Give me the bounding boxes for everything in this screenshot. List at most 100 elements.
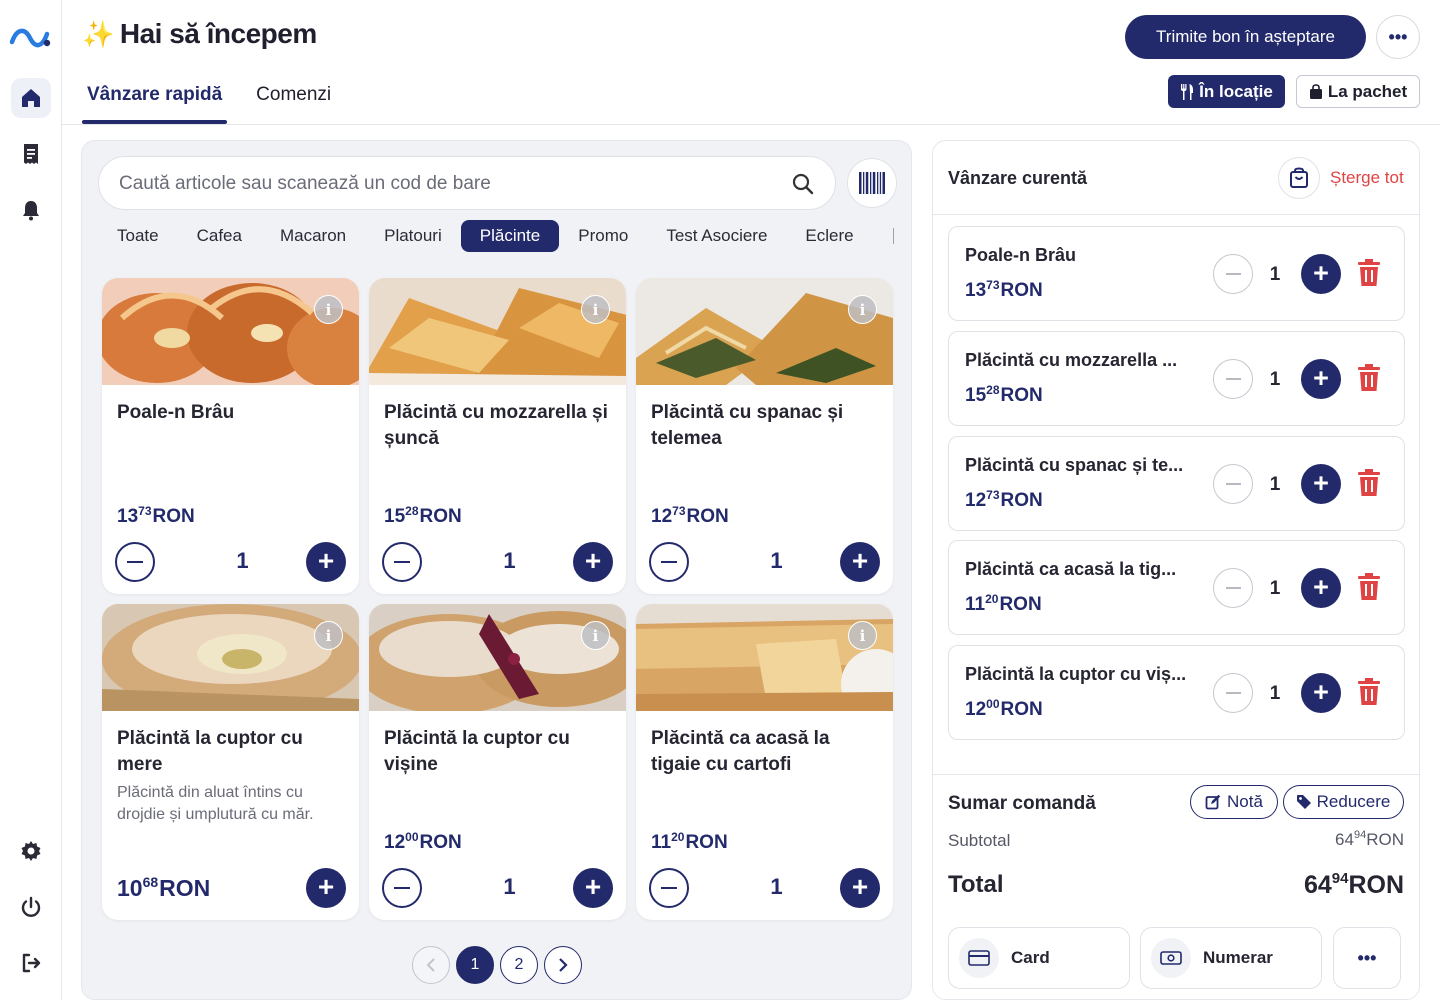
clear-cart-icon-button[interactable] bbox=[1278, 157, 1320, 199]
increase-button[interactable]: + bbox=[1301, 254, 1341, 294]
subtotal-label: Subtotal bbox=[948, 831, 1011, 850]
trash-icon[interactable] bbox=[1357, 678, 1381, 706]
trash-icon[interactable] bbox=[1357, 364, 1381, 392]
quantity-stepper: 1 + bbox=[649, 542, 880, 582]
category-eclere[interactable]: Eclere bbox=[786, 220, 872, 252]
cart-line: Plăcintă la cuptor cu viș... 1200RON 1 + bbox=[948, 645, 1405, 740]
note-button[interactable]: Notă bbox=[1190, 785, 1278, 819]
current-sale-panel: Vânzare curentă Șterge tot Poale-n Brâu … bbox=[932, 140, 1420, 1000]
product-name: Plăcintă cu mozzarella și șuncă bbox=[384, 402, 608, 449]
increase-button[interactable]: + bbox=[573, 542, 613, 582]
barcode-scan-button[interactable] bbox=[847, 158, 897, 208]
category-cafea[interactable]: Cafea bbox=[178, 220, 261, 252]
send-pending-receipt-button[interactable]: Trimite bon în așteptare bbox=[1125, 15, 1366, 59]
info-icon[interactable]: i bbox=[314, 621, 343, 650]
info-icon[interactable]: i bbox=[848, 621, 877, 650]
product-name: Plăcintă ca acasă la tigaie cu cartofi bbox=[651, 728, 830, 775]
next-page-button[interactable] bbox=[544, 946, 582, 984]
quantity-stepper: 1 + bbox=[382, 542, 613, 582]
increase-button[interactable]: + bbox=[840, 542, 880, 582]
product-price: 1200RON bbox=[384, 830, 462, 853]
decrease-button[interactable] bbox=[382, 542, 422, 582]
increase-button[interactable]: + bbox=[840, 868, 880, 908]
category-promo[interactable]: Promo bbox=[559, 220, 647, 252]
decrease-button[interactable] bbox=[1213, 464, 1253, 504]
sidebar-item-receipts[interactable] bbox=[11, 134, 51, 174]
previous-page-button[interactable] bbox=[412, 946, 450, 984]
increase-button[interactable]: + bbox=[1301, 568, 1341, 608]
pay-cash-button[interactable]: Numerar bbox=[1140, 927, 1322, 989]
info-icon[interactable]: i bbox=[848, 295, 877, 324]
info-icon[interactable]: i bbox=[581, 295, 610, 324]
increase-button[interactable]: + bbox=[1301, 359, 1341, 399]
trash-icon[interactable] bbox=[1357, 469, 1381, 497]
sidebar-item-home[interactable] bbox=[11, 78, 51, 118]
clear-all-button[interactable]: Șterge tot bbox=[1330, 168, 1404, 188]
product-card[interactable]: i Plăcintă la cuptor cu vișine 1200RON 1… bbox=[369, 604, 626, 920]
decrease-button[interactable] bbox=[649, 542, 689, 582]
credit-card-icon bbox=[959, 938, 999, 978]
category-macaron[interactable]: Macaron bbox=[261, 220, 365, 252]
cart-title: Vânzare curentă bbox=[948, 168, 1088, 188]
search-input[interactable] bbox=[119, 170, 759, 198]
product-image bbox=[369, 604, 626, 711]
decrease-button[interactable] bbox=[1213, 673, 1253, 713]
category-toate[interactable]: Toate bbox=[98, 220, 178, 252]
sidebar-item-power[interactable] bbox=[11, 887, 51, 927]
category-filter: Toate Cafea Macaron Platouri Plăcinte Pr… bbox=[98, 220, 894, 252]
add-to-cart-button[interactable]: + bbox=[306, 868, 346, 908]
cart-line-name: Plăcintă ca acasă la tig... bbox=[965, 559, 1177, 579]
subtotal-value: 6494RON bbox=[1335, 829, 1404, 849]
sidebar-item-notifications[interactable] bbox=[11, 190, 51, 230]
decrease-button[interactable] bbox=[1213, 568, 1253, 608]
barcode-icon bbox=[859, 172, 885, 194]
cart-line: Plăcintă cu mozzarella ... 1528RON 1 + bbox=[948, 331, 1405, 426]
gear-icon bbox=[21, 841, 41, 861]
quantity-value: 1 bbox=[503, 874, 516, 899]
page-button-1[interactable]: 1 bbox=[456, 946, 494, 984]
product-image bbox=[102, 604, 359, 711]
dine-in-button[interactable]: În locație bbox=[1168, 75, 1285, 108]
category-platouri[interactable]: Platouri bbox=[365, 220, 461, 252]
more-options-button[interactable]: ••• bbox=[1376, 15, 1420, 59]
info-icon[interactable]: i bbox=[314, 295, 343, 324]
decrease-button[interactable] bbox=[1213, 359, 1253, 399]
product-card[interactable]: i Plăcintă ca acasă la tigaie cu cartofi… bbox=[636, 604, 893, 920]
product-card[interactable]: i Poale-n Brâu 1373RON 1 + bbox=[102, 278, 359, 594]
search-icon[interactable] bbox=[791, 172, 815, 196]
discount-button[interactable]: Reducere bbox=[1283, 785, 1404, 819]
product-card[interactable]: i Plăcintă cu mozzarella și șuncă 1528RO… bbox=[369, 278, 626, 594]
sidebar-item-settings[interactable] bbox=[11, 831, 51, 871]
discount-label: Reducere bbox=[1316, 792, 1391, 811]
increase-button[interactable]: + bbox=[1301, 464, 1341, 504]
sidebar-item-logout[interactable] bbox=[11, 943, 51, 983]
category-placinte[interactable]: Plăcinte bbox=[460, 220, 560, 252]
increase-button[interactable]: + bbox=[306, 542, 346, 582]
product-image bbox=[636, 604, 893, 711]
decrease-button[interactable] bbox=[1213, 254, 1253, 294]
product-card[interactable]: i Plăcintă cu spanac și telemea 1273RON … bbox=[636, 278, 893, 594]
decrease-button[interactable] bbox=[382, 868, 422, 908]
product-image bbox=[102, 278, 359, 385]
tab-quick-sale[interactable]: Vânzare rapidă bbox=[82, 84, 228, 124]
more-payment-options-button[interactable]: ••• bbox=[1333, 927, 1401, 989]
quantity-value: 1 bbox=[1269, 264, 1281, 285]
pay-card-button[interactable]: Card bbox=[948, 927, 1130, 989]
product-price: 1273RON bbox=[651, 504, 729, 527]
trash-icon[interactable] bbox=[1357, 573, 1381, 601]
increase-button[interactable]: + bbox=[573, 868, 613, 908]
product-card[interactable]: i Plăcintă la cuptor cu mere Plăcintă di… bbox=[102, 604, 359, 920]
trash-icon[interactable] bbox=[1357, 259, 1381, 287]
page-button-2[interactable]: 2 bbox=[500, 946, 538, 984]
tab-orders[interactable]: Comenzi bbox=[251, 84, 336, 120]
category-test-asociere[interactable]: Test Asociere bbox=[647, 220, 786, 252]
info-icon[interactable]: i bbox=[581, 621, 610, 650]
decrease-button[interactable] bbox=[649, 868, 689, 908]
quantity-value: 1 bbox=[236, 548, 249, 573]
cart-line-price: 1273RON bbox=[965, 488, 1043, 511]
decrease-button[interactable] bbox=[115, 542, 155, 582]
page-title-text: Hai să începem bbox=[119, 18, 317, 49]
product-price: 1120RON bbox=[651, 830, 728, 853]
takeaway-button[interactable]: La pachet bbox=[1296, 75, 1420, 108]
increase-button[interactable]: + bbox=[1301, 673, 1341, 713]
